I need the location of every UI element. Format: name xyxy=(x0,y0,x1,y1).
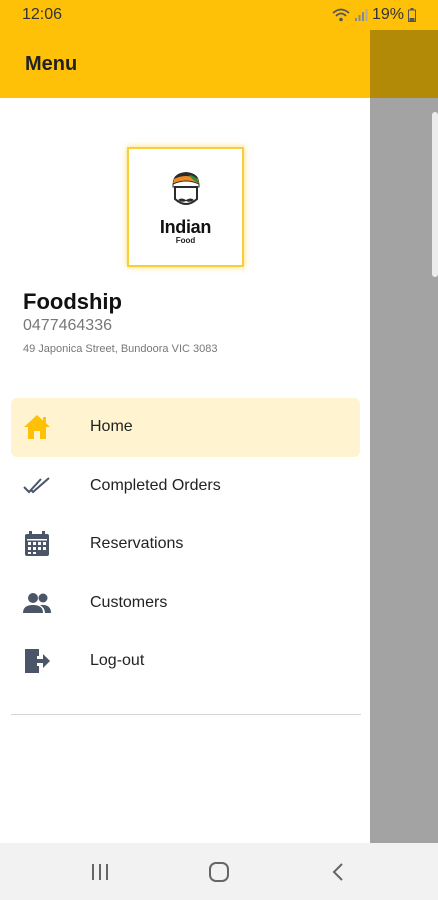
restaurant-profile: Foodship 0477464336 49 Japonica Street, … xyxy=(23,288,217,356)
menu-item-home[interactable]: Home xyxy=(11,398,360,457)
double-check-icon xyxy=(11,476,63,496)
menu-item-completed-orders[interactable]: Completed Orders xyxy=(11,457,360,516)
scrim-overlay[interactable] xyxy=(370,98,438,843)
menu-item-label: Completed Orders xyxy=(90,476,221,494)
status-icons: 19% xyxy=(332,6,416,24)
menu-item-label: Customers xyxy=(90,593,168,611)
scroll-handle xyxy=(432,112,438,277)
recent-apps-icon xyxy=(91,863,108,880)
menu-item-logout[interactable]: Log-out xyxy=(11,632,360,691)
system-navigation-bar xyxy=(0,843,438,900)
home-icon xyxy=(11,414,63,440)
menu-item-customers[interactable]: Customers xyxy=(11,574,360,633)
wifi-icon xyxy=(332,8,350,22)
back-button[interactable] xyxy=(308,852,368,892)
people-icon xyxy=(11,592,63,614)
recent-apps-button[interactable] xyxy=(70,852,130,892)
logo-title: Indian xyxy=(159,217,212,237)
battery-icon xyxy=(408,8,416,22)
restaurant-phone: 0477464336 xyxy=(23,317,112,334)
home-button[interactable] xyxy=(189,852,249,892)
home-circle-icon xyxy=(208,861,229,882)
menu-item-label: Home xyxy=(90,418,133,436)
app-bar: Menu xyxy=(0,30,370,98)
app-bar-title: Menu xyxy=(25,52,78,75)
menu-item-label: Reservations xyxy=(90,535,184,553)
restaurant-name: Foodship xyxy=(23,289,122,314)
back-icon xyxy=(332,862,344,881)
navigation-drawer: Indian Food Foodship 0477464336 49 Japon… xyxy=(0,98,370,843)
turban-chef-icon xyxy=(172,172,199,205)
logout-icon xyxy=(11,648,63,674)
status-time: 12:06 xyxy=(22,6,63,23)
battery-percent: 19% xyxy=(371,6,404,23)
logo-subtitle: Food xyxy=(175,236,196,245)
restaurant-address: 49 Japonica Street, Bundoora VIC 3083 xyxy=(23,343,218,355)
drawer-menu: Home Completed Orders Reservations Custo… xyxy=(11,398,360,691)
menu-item-reservations[interactable]: Reservations xyxy=(11,515,360,574)
calendar-icon xyxy=(11,531,63,557)
drawer-divider xyxy=(11,714,361,715)
signal-icon xyxy=(354,8,368,22)
status-bar: 12:06 19% xyxy=(0,0,438,30)
scrim-overlay-top[interactable] xyxy=(370,30,438,98)
restaurant-logo: Indian Food xyxy=(127,147,244,267)
menu-item-label: Log-out xyxy=(90,652,145,670)
